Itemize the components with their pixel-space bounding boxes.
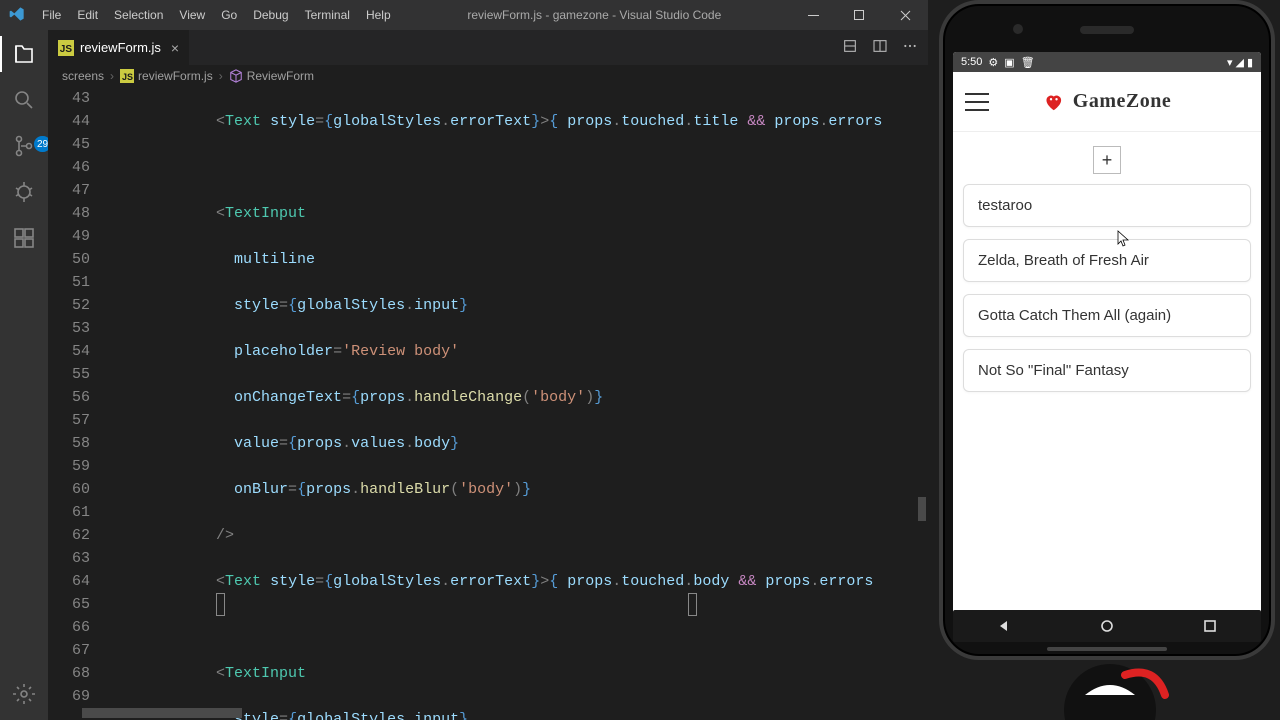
review-card[interactable]: Not So "Final" Fantasy [963, 349, 1251, 392]
app-title: GameZone [1073, 90, 1171, 113]
signal-icon: ◢ [1235, 56, 1243, 69]
trash-icon: 🗑 [1021, 56, 1035, 69]
maximize-button[interactable] [836, 0, 882, 30]
ninja-logo-icon [1030, 660, 1190, 720]
line-number-gutter: 4344454647484950515253545556575859606162… [48, 87, 108, 720]
review-card[interactable]: Gotta Catch Them All (again) [963, 294, 1251, 337]
gear-icon: ⚙ [988, 56, 998, 69]
menu-terminal[interactable]: Terminal [297, 8, 358, 22]
hamburger-menu-icon[interactable] [965, 93, 989, 111]
vscode-window: File Edit Selection View Go Debug Termin… [0, 0, 928, 720]
settings-gear-icon[interactable] [10, 680, 38, 708]
tab-reviewform[interactable]: JS reviewForm.js × [48, 30, 190, 65]
android-emulator: 5:50 ⚙ ▣ 🗑 ▾ ◢ ▮ GameZone + testaroo Zel… [939, 0, 1275, 660]
code-editor[interactable]: 4344454647484950515253545556575859606162… [48, 87, 928, 720]
close-tab-icon[interactable]: × [167, 40, 179, 56]
recents-nav-icon[interactable] [1203, 619, 1217, 633]
menu-selection[interactable]: Selection [106, 8, 171, 22]
wifi-icon: ▾ [1227, 56, 1233, 69]
breadcrumb-symbol[interactable]: ReviewForm [247, 69, 314, 83]
titlebar: File Edit Selection View Go Debug Termin… [0, 0, 928, 30]
activity-bar: 29 [0, 30, 48, 720]
review-card[interactable]: testaroo [963, 184, 1251, 227]
breadcrumb-folder[interactable]: screens [62, 69, 104, 83]
js-file-icon: JS [120, 69, 134, 83]
app-header: GameZone [953, 72, 1261, 132]
menubar: File Edit Selection View Go Debug Termin… [34, 8, 399, 22]
minimize-button[interactable] [790, 0, 836, 30]
explorer-icon[interactable] [10, 40, 38, 68]
add-review-button[interactable]: + [1093, 146, 1121, 174]
battery-icon: ▮ [1247, 56, 1253, 69]
breadcrumb[interactable]: screens › JS reviewForm.js › ReviewForm [48, 65, 928, 87]
android-navbar [953, 610, 1261, 642]
search-icon[interactable] [10, 86, 38, 114]
horizontal-scrollbar[interactable] [108, 708, 808, 718]
heart-logo-icon [1043, 91, 1065, 113]
source-control-icon[interactable]: 29 [10, 132, 38, 160]
code-content[interactable]: <Text style={globalStyles.errorText}>{ p… [108, 87, 928, 720]
extensions-icon[interactable] [10, 224, 38, 252]
tab-filename: reviewForm.js [80, 40, 161, 55]
home-nav-icon[interactable] [1100, 619, 1114, 633]
stack-icon: ▣ [1004, 56, 1014, 69]
tab-bar: JS reviewForm.js × [48, 30, 928, 65]
window-title: reviewForm.js - gamezone - Visual Studio… [399, 8, 790, 22]
vertical-scrollbar[interactable] [918, 497, 926, 521]
menu-help[interactable]: Help [358, 8, 399, 22]
menu-go[interactable]: Go [213, 8, 245, 22]
breadcrumb-file[interactable]: reviewForm.js [138, 69, 213, 83]
app-body: + testaroo Zelda, Breath of Fresh Air Go… [953, 132, 1261, 614]
compare-changes-icon[interactable] [842, 38, 858, 57]
review-card[interactable]: Zelda, Breath of Fresh Air [963, 239, 1251, 282]
js-file-icon: JS [58, 40, 74, 56]
debug-icon[interactable] [10, 178, 38, 206]
more-actions-icon[interactable] [902, 38, 918, 57]
android-statusbar: 5:50 ⚙ ▣ 🗑 ▾ ◢ ▮ [953, 52, 1261, 72]
vscode-logo-icon [0, 6, 34, 25]
close-button[interactable] [882, 0, 928, 30]
menu-debug[interactable]: Debug [245, 8, 296, 22]
menu-file[interactable]: File [34, 8, 69, 22]
menu-edit[interactable]: Edit [69, 8, 106, 22]
status-time: 5:50 [961, 56, 982, 68]
back-nav-icon[interactable] [997, 619, 1011, 633]
menu-view[interactable]: View [171, 8, 213, 22]
split-editor-icon[interactable] [872, 38, 888, 57]
symbol-icon [229, 69, 243, 83]
